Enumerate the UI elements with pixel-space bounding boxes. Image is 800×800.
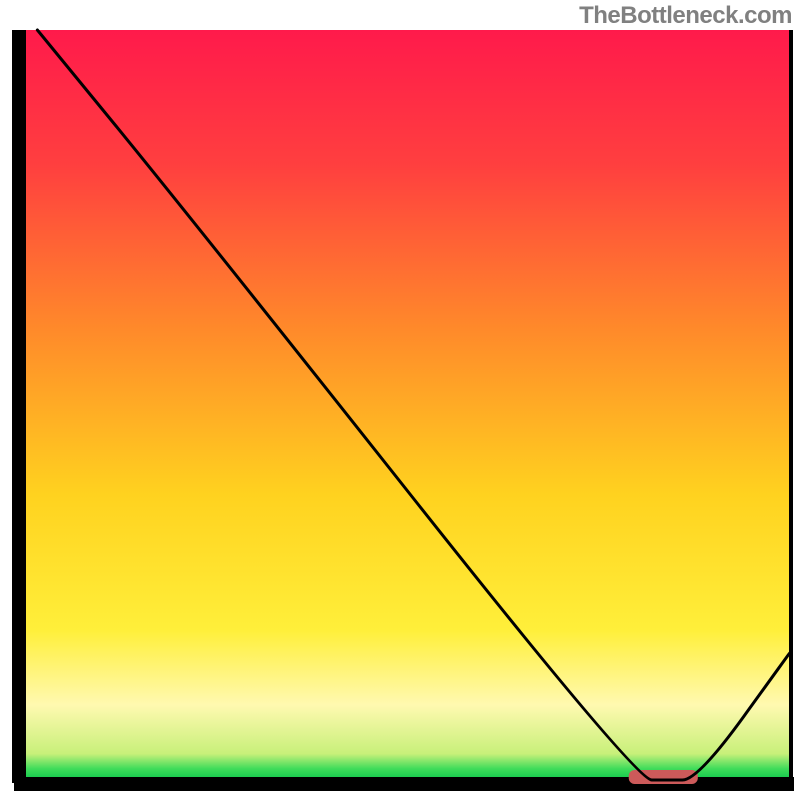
bottleneck-chart — [0, 0, 800, 800]
chart-container: TheBottleneck.com — [0, 0, 800, 800]
watermark-label: TheBottleneck.com — [579, 2, 792, 30]
plot-background — [22, 30, 790, 780]
